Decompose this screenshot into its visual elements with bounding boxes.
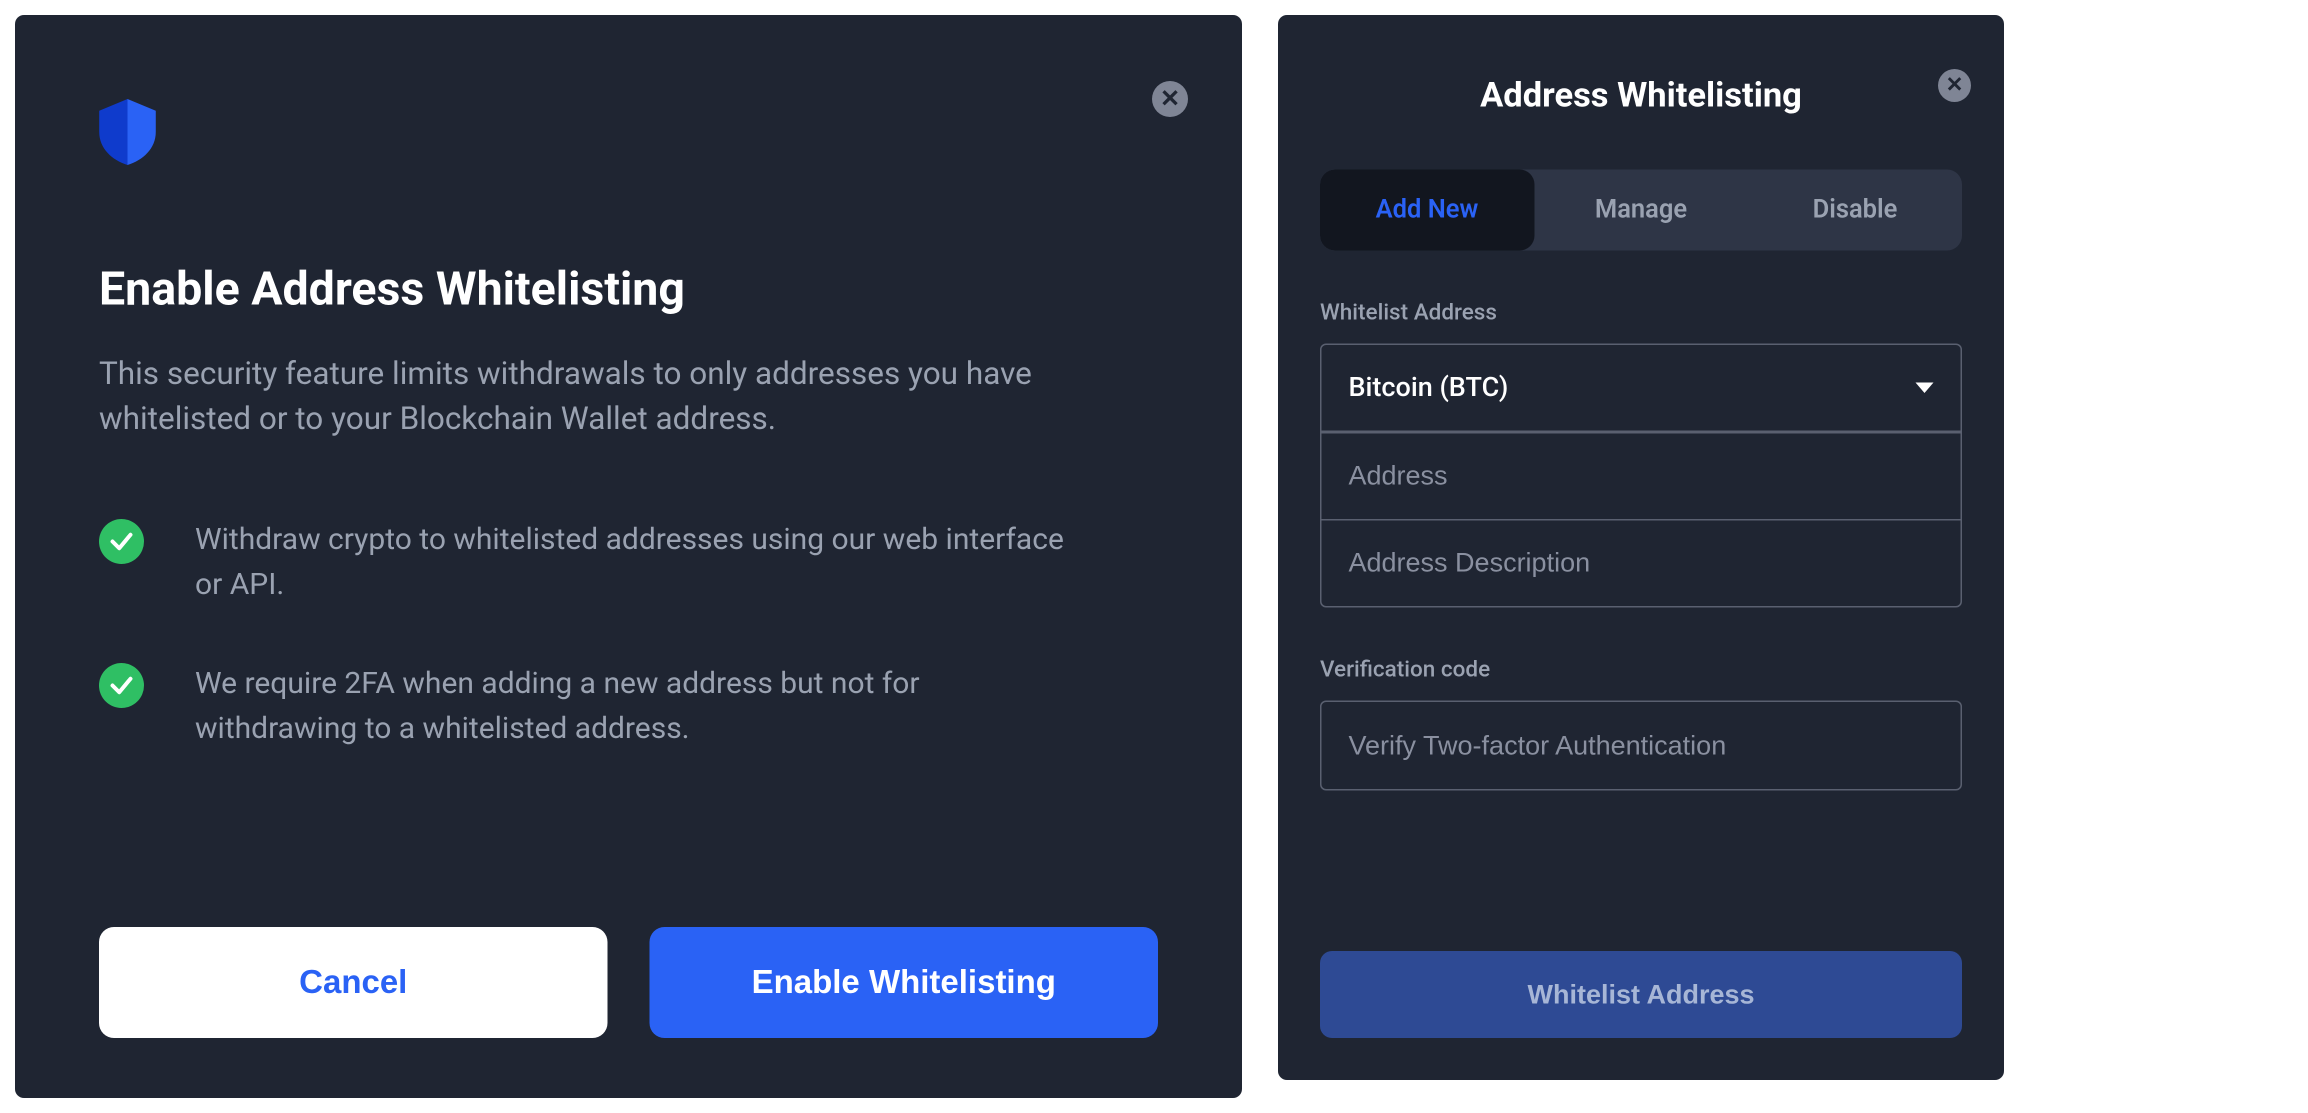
feature-bullet-text: Withdraw crypto to whitelisted addresses… [195, 516, 1065, 606]
cancel-button[interactable]: Cancel [99, 927, 608, 1038]
whitelist-tabbar: Add New Manage Disable [1320, 170, 1962, 251]
whitelist-address-button[interactable]: Whitelist Address [1320, 951, 1962, 1038]
close-icon: ✕ [1946, 75, 1964, 96]
whitelist-address-group: Bitcoin (BTC) [1320, 344, 1962, 608]
currency-select[interactable]: Bitcoin (BTC) [1322, 345, 1961, 432]
feature-bullet: We require 2FA when adding a new address… [99, 660, 1158, 750]
tab-manage[interactable]: Manage [1534, 170, 1748, 251]
address-input[interactable] [1322, 432, 1961, 519]
feature-bullet: Withdraw crypto to whitelisted addresses… [99, 516, 1158, 606]
close-button[interactable]: ✕ [1938, 69, 1971, 102]
tab-disable[interactable]: Disable [1748, 170, 1962, 251]
close-icon: ✕ [1160, 87, 1180, 111]
address-whitelisting-panel: ✕ Address Whitelisting Add New Manage Di… [1278, 15, 2004, 1080]
whitelist-address-label: Whitelist Address [1320, 299, 1962, 326]
currency-select-value: Bitcoin (BTC) [1349, 372, 1509, 404]
enable-whitelisting-dialog: ✕ Enable Address Whitelisting This secur… [15, 15, 1242, 1098]
feature-bullet-list: Withdraw crypto to whitelisted addresses… [99, 516, 1158, 750]
panel-title: Address Whitelisting [1320, 75, 1962, 116]
verification-code-label: Verification code [1320, 656, 1962, 683]
enable-whitelisting-button[interactable]: Enable Whitelisting [650, 927, 1159, 1038]
chevron-down-icon [1916, 383, 1934, 394]
shield-icon [99, 99, 1158, 261]
check-icon [99, 663, 144, 708]
verification-code-group [1320, 701, 1962, 791]
dialog-title: Enable Address Whitelisting [99, 261, 1158, 317]
address-description-input[interactable] [1322, 519, 1961, 606]
check-icon [99, 519, 144, 564]
verification-code-input[interactable] [1322, 702, 1961, 789]
tab-add-new[interactable]: Add New [1320, 170, 1534, 251]
close-button[interactable]: ✕ [1152, 81, 1188, 117]
dialog-description: This security feature limits withdrawals… [99, 353, 1149, 444]
dialog-button-row: Cancel Enable Whitelisting [99, 927, 1158, 1038]
feature-bullet-text: We require 2FA when adding a new address… [195, 660, 1065, 750]
